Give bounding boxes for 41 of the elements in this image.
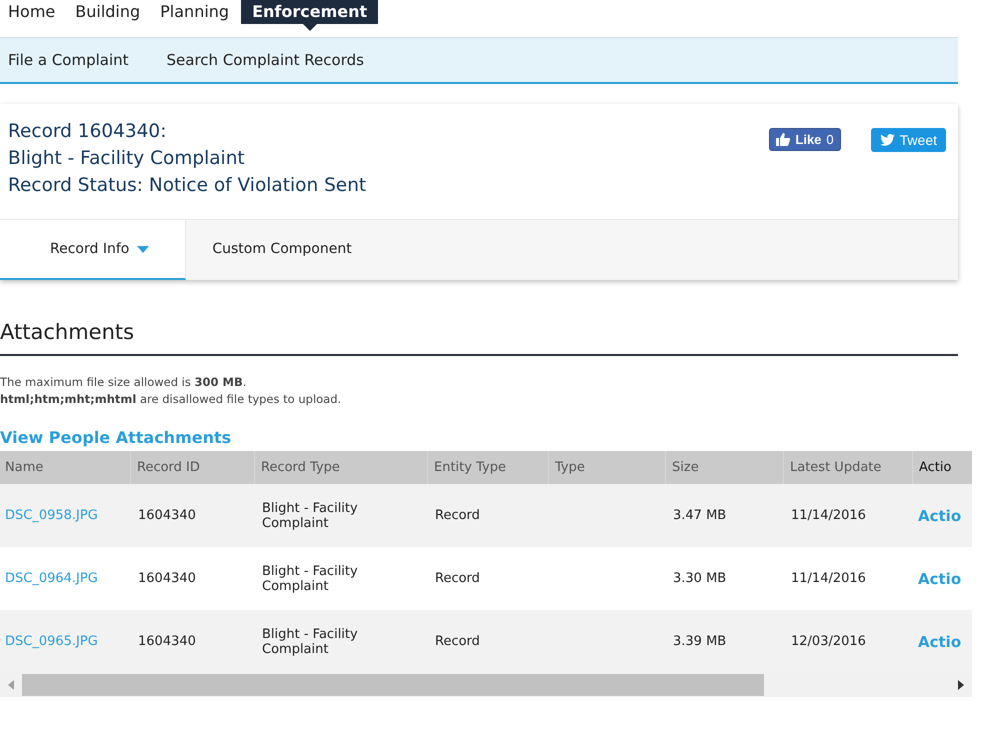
table-cell-text: Blight - Facility Complaint xyxy=(261,562,359,596)
sub-nav-link[interactable]: File a Complaint xyxy=(8,51,129,69)
sub-nav-link[interactable]: Search Complaint Records xyxy=(166,51,364,69)
table-cell-text: Blight - Facility Complaint xyxy=(261,500,359,532)
record-status: Record Status: Notice of Violation Sent xyxy=(8,174,366,198)
like-button[interactable]: Like 0 xyxy=(769,128,841,151)
actions-link[interactable]: Actio xyxy=(918,632,962,650)
table-cell-text: 3.39 MB xyxy=(672,633,728,651)
actions-link[interactable]: Actio xyxy=(918,506,962,524)
bird-icon xyxy=(880,134,895,146)
record-title: Record 1604340: xyxy=(8,120,168,144)
table-cell-text: Record xyxy=(434,507,481,525)
tweet-button[interactable]: Tweet xyxy=(870,128,946,152)
record-tab[interactable]: Record Info xyxy=(0,220,186,280)
thumbs-up-icon xyxy=(776,133,790,146)
file-link[interactable]: DSC_0958.JPG xyxy=(0,484,130,547)
table-cell-text: 1604340 xyxy=(137,570,197,588)
scrollbar-thumb[interactable] xyxy=(22,674,764,696)
table-cell-text: 3.47 MB xyxy=(672,507,728,525)
table-cell-text: 1604340 xyxy=(137,633,197,651)
upload-note: The maximum file size allowed is 300 MB. xyxy=(0,374,248,391)
nav-tab[interactable]: Building xyxy=(67,0,152,24)
nav-tab[interactable]: Planning xyxy=(152,0,242,24)
table-cell-text: Record xyxy=(434,570,481,588)
file-link[interactable]: DSC_0965.JPG xyxy=(0,610,130,673)
section-heading: Attachments xyxy=(0,320,958,356)
file-link[interactable]: DSC_0964.JPG xyxy=(0,547,130,610)
record-tab[interactable]: Custom Component xyxy=(186,220,378,280)
record-type: Blight - Facility Complaint xyxy=(8,147,246,171)
view-people-attachments-link[interactable]: View People Attachments xyxy=(0,428,232,447)
nav-tab[interactable]: Home xyxy=(0,0,68,24)
table-cell-text: 3.30 MB xyxy=(672,570,728,588)
actions-link[interactable]: Actio xyxy=(918,570,962,588)
table-cell-text: 1604340 xyxy=(137,507,197,525)
table-cell-text: 11/14/2016 xyxy=(790,570,867,588)
table-cell-text: Blight - Facility Complaint xyxy=(261,626,359,658)
table-cell-text: 11/14/2016 xyxy=(790,507,867,525)
column-header[interactable]: Name xyxy=(0,451,130,484)
upload-note: html;htm;mht;mhtml are disallowed file types to upload. xyxy=(0,391,342,408)
table-cell-text: 12/03/2016 xyxy=(790,633,867,651)
table-cell-text: Record xyxy=(434,633,481,651)
